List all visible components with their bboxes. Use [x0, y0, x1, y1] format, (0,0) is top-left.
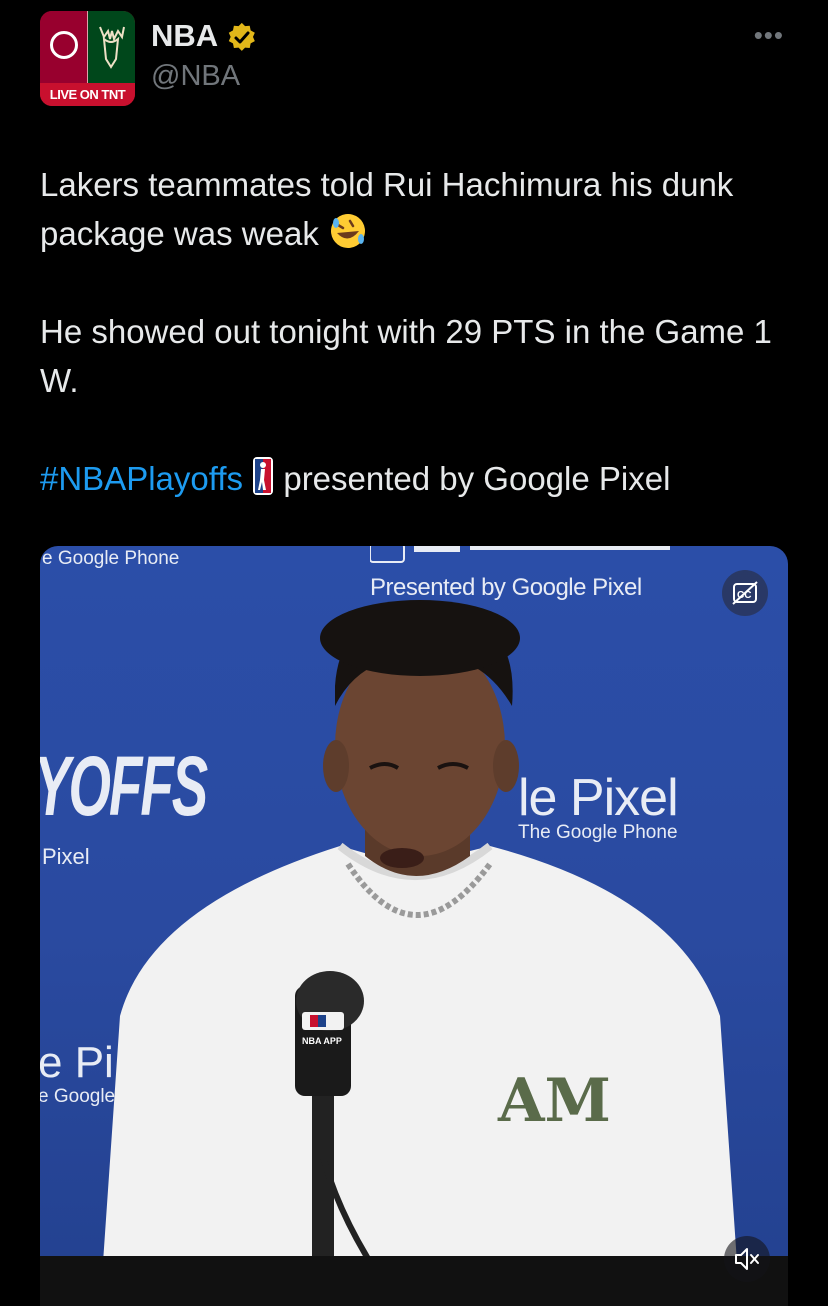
avatar-divider: [87, 11, 88, 83]
tweet-paragraph-1: Lakers teammates told Rui Hachimura his …: [40, 160, 800, 258]
account-name[interactable]: NBA: [151, 18, 218, 54]
mic-label: NBA APP: [302, 1036, 342, 1046]
captions-icon[interactable]: CC: [722, 570, 768, 616]
heat-ball-icon: [50, 31, 78, 59]
account-handle[interactable]: @NBA: [151, 60, 240, 93]
tweet-text: Lakers teammates told Rui Hachimura his …: [40, 160, 800, 503]
rolling-on-floor-laughing-emoji: [331, 214, 365, 248]
svg-text:AM: AM: [497, 1066, 611, 1136]
nba-logo-icon: [253, 457, 274, 495]
bucks-deer-icon: [99, 26, 125, 69]
avatar[interactable]: LIVE ON TNT: [40, 11, 135, 106]
more-options-icon[interactable]: •••: [754, 20, 784, 51]
volume-muted-icon[interactable]: [724, 1236, 770, 1282]
verified-badge-icon: [228, 22, 255, 51]
video-player[interactable]: e Google Phone Presented by Google Pixel…: [40, 546, 788, 1306]
avatar-badge: LIVE ON TNT: [40, 83, 135, 106]
player-figure: AM NBA APP: [40, 600, 788, 1306]
tweet-paragraph-2: He showed out tonight with 29 PTS in the…: [40, 313, 772, 399]
presented-by-text: presented by Google Pixel: [283, 460, 671, 497]
tweet-line-1: Lakers teammates told Rui Hachimura his …: [40, 166, 734, 252]
hashtag-link[interactable]: #NBAPlayoffs: [40, 460, 243, 497]
tweet-paragraph-3: #NBAPlayoffs presented by Google Pixel: [40, 454, 800, 503]
